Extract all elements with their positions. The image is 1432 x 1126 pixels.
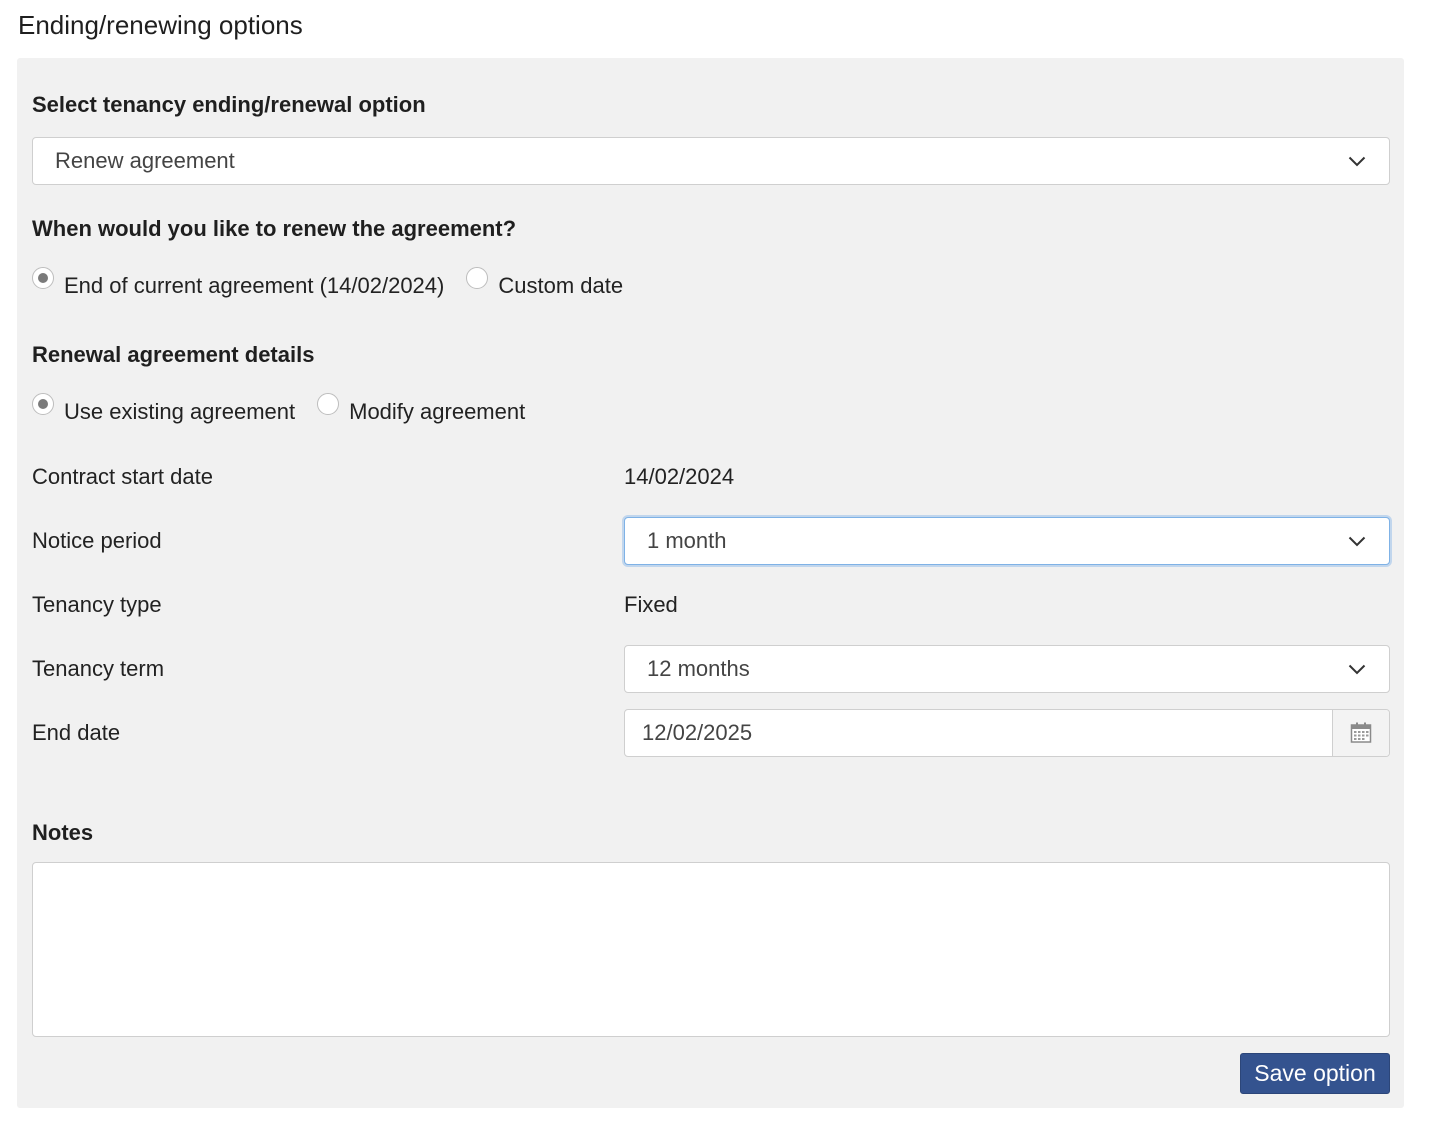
notes-textarea[interactable] [32, 862, 1390, 1037]
radio-label: End of current agreement (14/02/2024) [64, 273, 445, 298]
tenancy-type-label: Tenancy type [32, 592, 162, 617]
chevron-down-icon [1347, 531, 1367, 551]
radio-button[interactable] [466, 267, 489, 289]
page-title: Ending/renewing options [18, 10, 303, 40]
chevron-down-icon [1347, 659, 1367, 679]
radio-button-checked[interactable] [32, 393, 54, 415]
radio-button[interactable] [317, 393, 340, 415]
tenancy-term-value: 12 months [647, 656, 750, 681]
radio-button-checked[interactable] [32, 267, 54, 289]
radio-use-existing-agreement[interactable]: Use existing agreement [32, 393, 296, 425]
end-date-field [624, 709, 1390, 757]
radio-custom-date[interactable]: Custom date [466, 267, 624, 299]
notes-label: Notes [32, 820, 94, 845]
save-option-button[interactable]: Save option [1240, 1053, 1390, 1094]
notice-period-label: Notice period [32, 528, 162, 553]
contract-start-value: 14/02/2024 [624, 464, 735, 489]
contract-start-label: Contract start date [32, 464, 213, 489]
end-date-label: End date [32, 720, 121, 745]
radio-label: Modify agreement [349, 399, 526, 424]
renew-when-label: When would you like to renew the agreeme… [32, 216, 517, 241]
renewal-option-value: Renew agreement [55, 148, 235, 173]
renew-when-radio-group: End of current agreement (14/02/2024) Cu… [32, 267, 624, 299]
calendar-icon[interactable] [1332, 710, 1389, 756]
notice-period-value: 1 month [647, 528, 727, 553]
radio-label: Use existing agreement [64, 399, 296, 424]
renewal-details-radio-group: Use existing agreement Modify agreement [32, 393, 526, 425]
notice-period-select[interactable]: 1 month [624, 517, 1390, 565]
radio-end-of-current-agreement[interactable]: End of current agreement (14/02/2024) [32, 267, 445, 299]
renewal-details-label: Renewal agreement details [32, 342, 315, 367]
renewal-option-select[interactable]: Renew agreement [32, 137, 1390, 185]
end-date-input[interactable] [625, 710, 1332, 756]
option-select-label: Select tenancy ending/renewal option [32, 92, 426, 117]
tenancy-type-value: Fixed [624, 592, 678, 617]
radio-modify-agreement[interactable]: Modify agreement [317, 393, 526, 425]
chevron-down-icon [1347, 151, 1367, 171]
tenancy-term-select[interactable]: 12 months [624, 645, 1390, 693]
radio-label: Custom date [498, 273, 624, 298]
tenancy-term-label: Tenancy term [32, 656, 165, 681]
